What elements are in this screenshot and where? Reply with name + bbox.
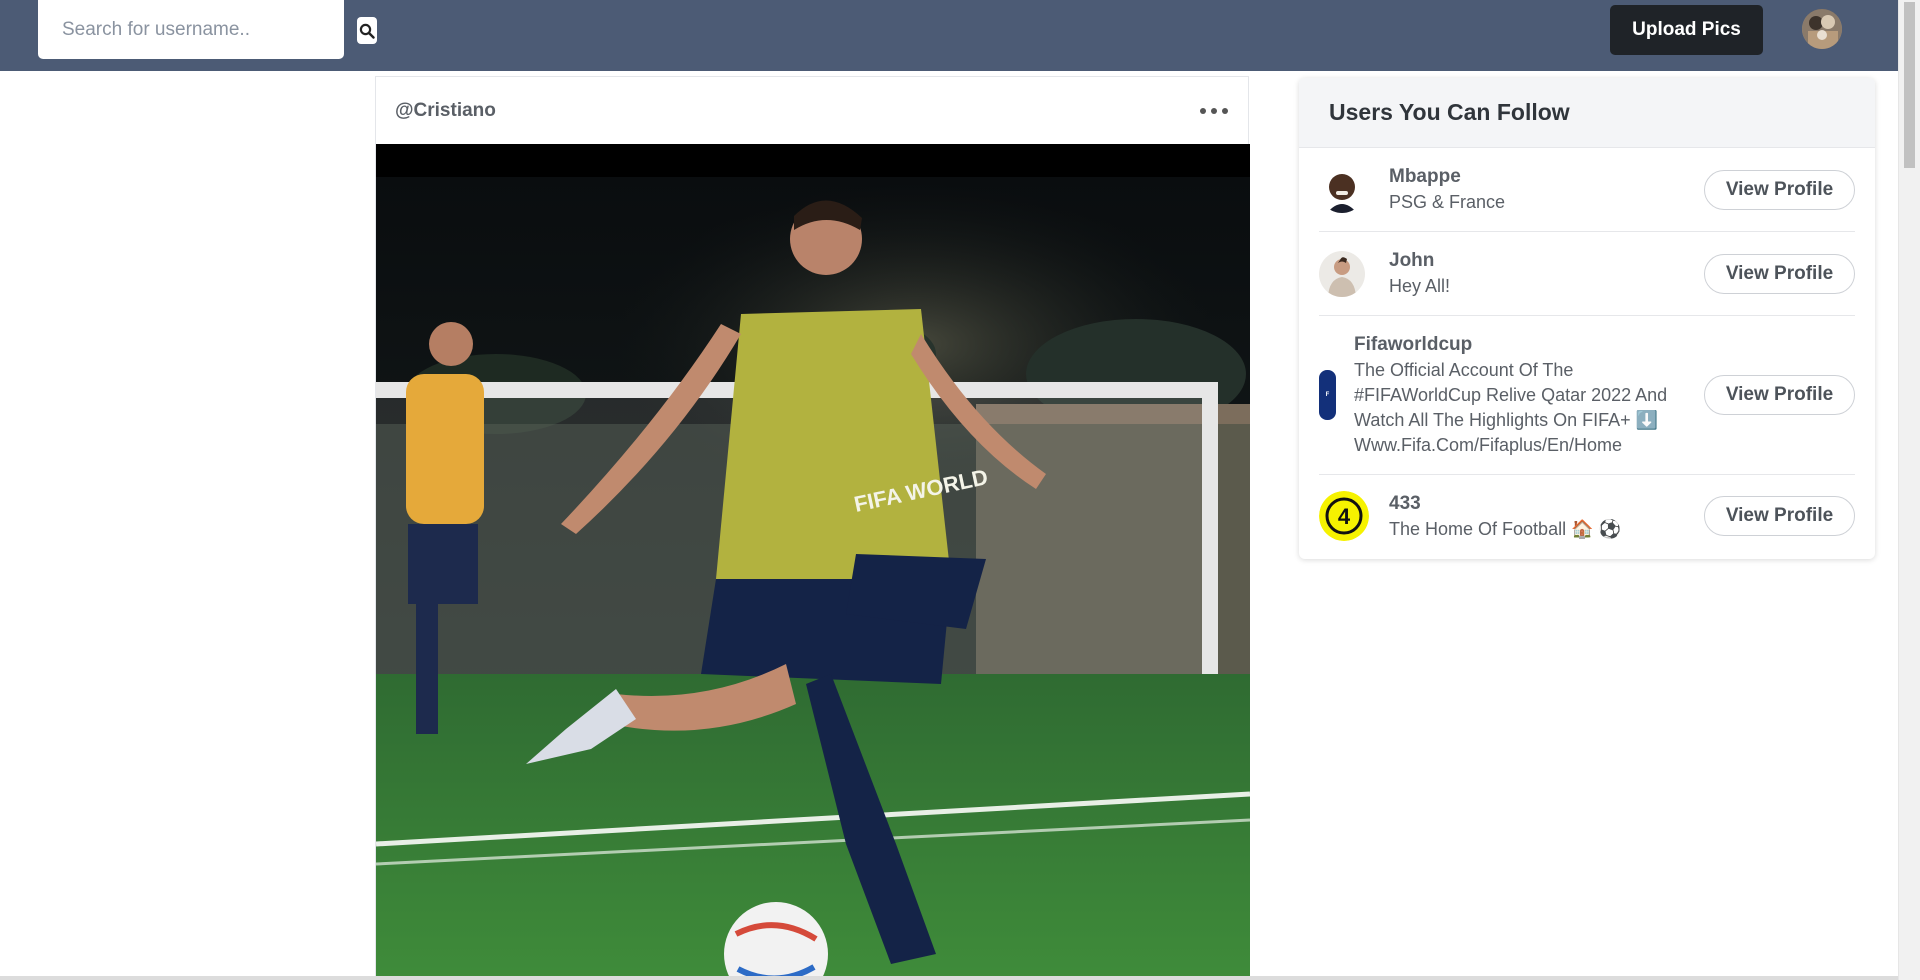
scrollbar-thumb[interactable] <box>1904 2 1915 168</box>
view-profile-button[interactable]: View Profile <box>1704 169 1855 210</box>
horizontal-scrollbar[interactable] <box>0 976 1898 980</box>
vertical-scrollbar[interactable] <box>1898 0 1920 980</box>
suggestion-name[interactable]: John <box>1389 248 1704 274</box>
suggestion-name[interactable]: Mbappe <box>1389 164 1704 190</box>
search-button[interactable] <box>357 17 377 44</box>
svg-text:4: 4 <box>1338 504 1351 529</box>
top-navbar: Upload Pics <box>0 0 1898 71</box>
fifa-logo-avatar[interactable]: F <box>1319 370 1336 420</box>
user-avatar[interactable] <box>1802 9 1842 49</box>
post-card: @Cristiano FIFA WORLD <box>375 76 1250 980</box>
suggestion-bio: The Official Account Of The #FIFAWorldCu… <box>1354 360 1668 455</box>
more-options-icon[interactable] <box>1200 101 1228 121</box>
suggestions-title: Users You Can Follow <box>1329 99 1570 125</box>
suggestion-bio: Hey All! <box>1389 276 1451 296</box>
suggestion-item: Mbappe PSG & France View Profile <box>1319 148 1855 232</box>
suggestion-name[interactable]: 433 <box>1389 491 1704 517</box>
suggestions-card: Users You Can Follow Mbappe PSG & France… <box>1299 78 1875 559</box>
suggestion-item: 4 433 The Home Of Football 🏠 ⚽ View Prof… <box>1319 475 1855 557</box>
fifa-logo-mark: F <box>1325 392 1330 398</box>
search-icon <box>359 23 375 39</box>
avatar-image <box>1802 9 1842 49</box>
suggestions-list: Mbappe PSG & France View Profile John He… <box>1299 148 1875 557</box>
view-profile-button[interactable]: View Profile <box>1704 375 1855 415</box>
search-box[interactable] <box>38 0 344 59</box>
avatar[interactable] <box>1319 166 1365 213</box>
search-input[interactable] <box>62 18 344 41</box>
avatar[interactable]: 4 <box>1319 491 1369 541</box>
suggestion-name[interactable]: Fifaworldcup <box>1354 332 1684 358</box>
post-photo: FIFA WORLD <box>376 144 1250 980</box>
suggestion-item: John Hey All! View Profile <box>1319 232 1855 316</box>
suggestions-header: Users You Can Follow <box>1299 78 1875 148</box>
post-image: FIFA WORLD <box>376 144 1250 980</box>
post-header: @Cristiano <box>376 77 1248 144</box>
avatar[interactable] <box>1319 250 1365 297</box>
suggestion-bio: PSG & France <box>1389 192 1506 212</box>
suggestion-item: F Fifaworldcup The Official Account Of T… <box>1319 316 1855 475</box>
upload-pics-button[interactable]: Upload Pics <box>1610 5 1763 55</box>
post-username[interactable]: @Cristiano <box>395 100 496 122</box>
view-profile-button[interactable]: View Profile <box>1704 496 1855 536</box>
suggestion-bio: The Home Of Football 🏠 ⚽ <box>1389 518 1621 539</box>
view-profile-button[interactable]: View Profile <box>1704 253 1855 294</box>
